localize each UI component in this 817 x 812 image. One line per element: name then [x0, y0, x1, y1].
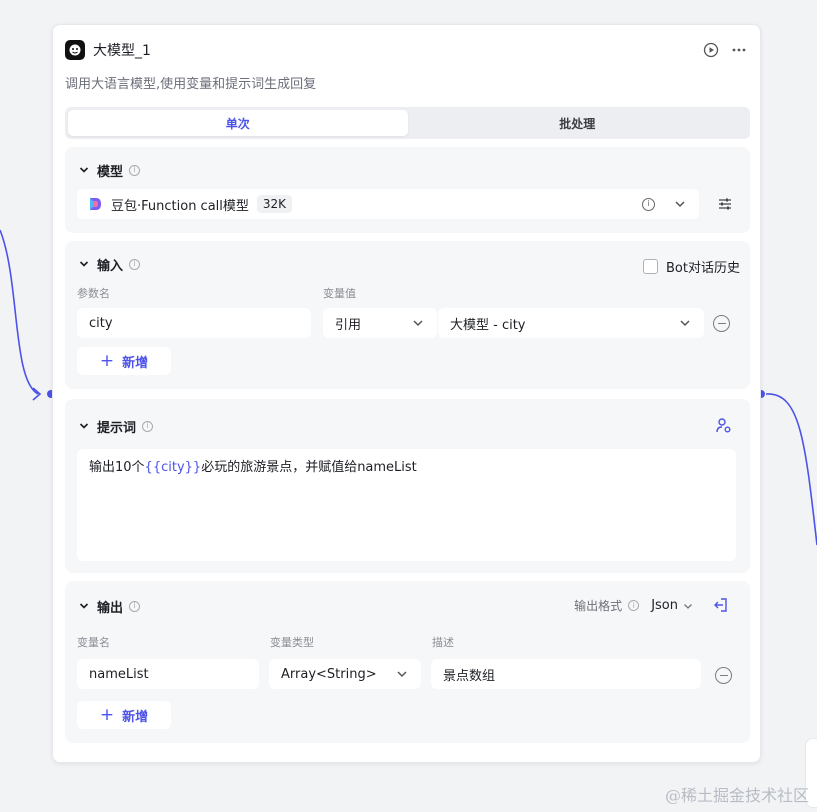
context-length-tag: 32K	[256, 195, 293, 213]
tab-batch[interactable]: 批处理	[408, 110, 748, 136]
add-input-label: 新增	[122, 355, 149, 371]
col-desc: 描述	[432, 636, 454, 649]
model-select[interactable]: 豆包·Function call模型 32K i	[77, 189, 699, 219]
prompt-library-icon[interactable]	[715, 417, 732, 438]
info-icon[interactable]: i	[129, 258, 141, 270]
plus-icon: +	[99, 351, 115, 371]
model-section: 模型 i 豆包·Function call模型 32K i	[65, 147, 750, 233]
ref-value-select[interactable]: 大模型 - city	[438, 308, 704, 338]
node-title[interactable]: 大模型_1	[93, 40, 151, 60]
output-desc-input[interactable]: 景点数组	[431, 659, 701, 689]
llm-logo-icon	[65, 40, 85, 60]
run-mode-tabs: 单次 批处理	[65, 107, 750, 139]
plus-icon: +	[99, 705, 115, 725]
output-var-name-input[interactable]: nameList	[77, 659, 259, 689]
output-format-label: 输出格式	[574, 599, 623, 613]
collapse-chevron-icon[interactable]	[77, 257, 91, 271]
input-section: 输入 i Bot对话历史 参数名 变量值 city 引用 大模型 - city …	[65, 241, 750, 389]
collapse-chevron-icon[interactable]	[77, 419, 91, 433]
export-output-icon[interactable]	[712, 597, 728, 617]
add-output-button[interactable]: + 新增	[77, 701, 171, 729]
collapse-chevron-icon[interactable]	[77, 599, 91, 613]
collapse-chevron-icon[interactable]	[77, 163, 91, 177]
col-var-name: 变量名	[77, 636, 110, 649]
output-format-value: Json	[651, 598, 678, 613]
output-section: 输出 i 输出格式 i Json 变量名 变量类型 描述 nameList Ar…	[65, 581, 750, 743]
bot-history-label: Bot对话历史	[666, 261, 740, 276]
add-output-label: 新增	[122, 709, 149, 725]
llm-node-card[interactable]: 大模型_1 调用大语言模型,使用变量和提示词生成回复 单次 批处理 模型 i 豆…	[52, 24, 761, 763]
info-icon[interactable]: i	[142, 420, 154, 432]
output-var-type-value: Array<String>	[281, 666, 377, 682]
node-description: 调用大语言模型,使用变量和提示词生成回复	[65, 77, 317, 92]
bot-history-toggle[interactable]: Bot对话历史	[643, 257, 740, 276]
model-info-icon[interactable]: i	[642, 197, 655, 211]
info-icon[interactable]: i	[628, 600, 640, 611]
ref-type-select[interactable]: 引用	[323, 308, 437, 338]
param-name-input[interactable]: city	[77, 308, 311, 338]
col-var-type: 变量类型	[270, 636, 314, 649]
model-name: 豆包·Function call模型	[111, 198, 249, 214]
prompt-editor[interactable]: 输出10个{{city}}必玩的旅游景点，并赋值给nameList	[77, 449, 736, 561]
chevron-down-icon[interactable]	[673, 197, 687, 211]
doubao-model-icon	[87, 196, 103, 212]
info-icon[interactable]: i	[129, 600, 141, 612]
output-var-type-select[interactable]: Array<String>	[269, 659, 421, 689]
tab-single[interactable]: 单次	[68, 110, 408, 136]
col-param-name: 参数名	[77, 287, 110, 300]
prompt-section-title: 提示词	[97, 420, 137, 436]
output-format-select[interactable]: Json	[651, 598, 694, 613]
model-section-title: 模型	[97, 164, 124, 180]
remove-output-row-icon[interactable]	[715, 667, 732, 684]
chevron-down-icon	[413, 320, 423, 327]
output-section-title: 输出	[97, 600, 124, 616]
col-var-value: 变量值	[323, 287, 356, 300]
chevron-down-icon	[397, 671, 407, 678]
prompt-variable-token[interactable]: {{city}}	[145, 460, 202, 475]
prompt-text-after: 必玩的旅游景点，并赋值给nameList	[201, 460, 417, 475]
run-node-icon[interactable]	[702, 41, 720, 59]
input-section-title: 输入	[97, 258, 124, 274]
watermark: @稀土掘金技术社区	[664, 786, 809, 805]
remove-input-row-icon[interactable]	[713, 315, 730, 332]
info-icon[interactable]: i	[129, 164, 141, 176]
node-header: 大模型_1	[65, 39, 748, 61]
model-settings-icon[interactable]	[717, 197, 733, 215]
ref-type-value: 引用	[335, 317, 362, 333]
prompt-text-before: 输出10个	[89, 460, 145, 475]
prompt-section: 提示词 i 输出10个{{city}}必玩的旅游景点，并赋值给nameList	[65, 399, 750, 573]
ref-value: 大模型 - city	[450, 317, 526, 333]
bot-history-checkbox[interactable]	[643, 259, 659, 274]
chevron-down-icon	[680, 320, 690, 327]
add-input-button[interactable]: + 新增	[77, 347, 171, 375]
more-options-icon[interactable]	[730, 41, 748, 59]
chevron-down-icon	[684, 603, 692, 609]
